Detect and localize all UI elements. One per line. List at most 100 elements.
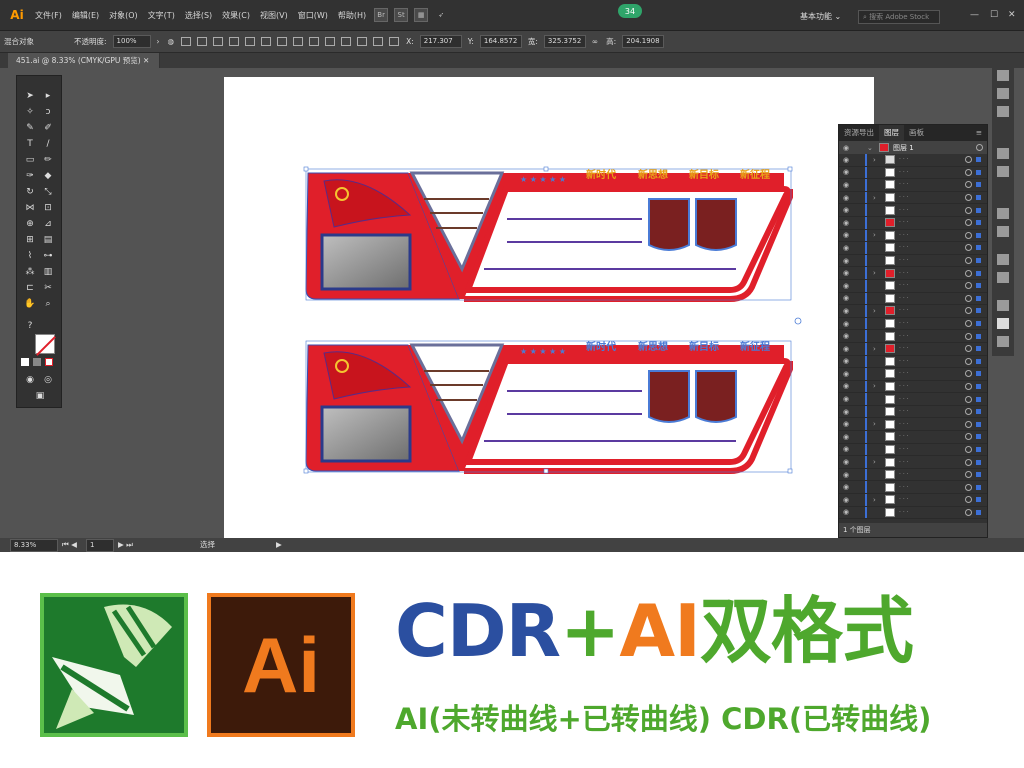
target-icon[interactable]	[976, 144, 983, 151]
chevron-right-icon[interactable]: ›	[153, 37, 164, 46]
target-icon[interactable]	[965, 156, 972, 164]
target-icon[interactable]	[965, 458, 972, 466]
fill-swatch-icon[interactable]: ?	[23, 320, 37, 332]
menu-file[interactable]: 文件(F)	[30, 10, 67, 21]
type-tool-icon[interactable]: T	[23, 138, 37, 150]
sublayer-row[interactable]: ◉ · · ·	[839, 166, 987, 180]
sublayer-row[interactable]: ◉ › · · ·	[839, 380, 987, 394]
draw-inside-icon[interactable]: ◎	[41, 374, 55, 386]
sublayer-row[interactable]: ◉ › · · ·	[839, 305, 987, 318]
visibility-eye-icon[interactable]: ◉	[839, 206, 853, 214]
sublayer-row[interactable]: ◉ › · · ·	[839, 267, 987, 280]
selection-indicator[interactable]	[976, 207, 981, 213]
free-transform-icon[interactable]: ⊡	[41, 202, 55, 214]
visibility-eye-icon[interactable]: ◉	[839, 269, 853, 277]
target-icon[interactable]	[965, 471, 972, 479]
selection-indicator[interactable]	[976, 308, 981, 314]
target-icon[interactable]	[965, 294, 972, 302]
brushes-icon[interactable]	[997, 148, 1009, 159]
width-input[interactable]: 325.3752	[543, 35, 586, 48]
chevron-right-icon[interactable]: ›	[873, 307, 881, 315]
visibility-eye-icon[interactable]: ◉	[839, 496, 853, 504]
target-icon[interactable]	[965, 332, 972, 340]
visibility-eye-icon[interactable]: ◉	[839, 433, 853, 441]
visibility-eye-icon[interactable]: ◉	[839, 168, 853, 176]
maximize-icon[interactable]: ☐	[990, 10, 998, 20]
selection-indicator[interactable]	[976, 245, 981, 251]
selection-indicator[interactable]	[976, 409, 981, 415]
magic-wand-icon[interactable]: ✧	[23, 106, 37, 118]
chevron-down-icon[interactable]: ⌄	[867, 144, 875, 152]
close-icon[interactable]: ✕	[1008, 10, 1016, 20]
selection-indicator[interactable]	[976, 509, 981, 515]
chevron-right-icon[interactable]: ›	[873, 345, 881, 353]
chevron-right-icon[interactable]: ›	[873, 420, 881, 428]
chevron-right-icon[interactable]: ›	[873, 269, 881, 277]
sublayer-row[interactable]: ◉ › · · ·	[839, 191, 987, 205]
visibility-eye-icon[interactable]: ◉	[839, 156, 853, 164]
sublayer-row[interactable]: ◉ › · · ·	[839, 342, 987, 356]
visibility-eye-icon[interactable]: ◉	[839, 420, 853, 428]
align-right-icon[interactable]	[229, 37, 240, 46]
visibility-eye-icon[interactable]: ◉	[839, 445, 853, 453]
visibility-eye-icon[interactable]: ◉	[839, 483, 853, 491]
selection-indicator[interactable]	[976, 169, 981, 175]
direct-selection-tool-icon[interactable]: ▸	[41, 90, 55, 102]
opacity-input[interactable]: 100%	[112, 35, 151, 48]
color-guide-icon[interactable]	[997, 88, 1009, 99]
visibility-eye-icon[interactable]: ◉	[839, 357, 853, 365]
selection-indicator[interactable]	[976, 434, 981, 440]
symbol-sprayer-icon[interactable]: ⁂	[23, 266, 37, 278]
gpu-performance-icon[interactable]: ➶	[434, 8, 448, 22]
sublayer-row[interactable]: ◉ · · ·	[839, 481, 987, 495]
visibility-eye-icon[interactable]: ◉	[839, 144, 853, 152]
workspace-switcher[interactable]: 基本功能 ⌄	[800, 11, 841, 22]
status-play-icon[interactable]: ▶	[276, 538, 282, 552]
appearance-icon[interactable]	[997, 254, 1009, 265]
visibility-eye-icon[interactable]: ◉	[839, 458, 853, 466]
menu-type[interactable]: 文字(T)	[143, 10, 180, 21]
selection-indicator[interactable]	[976, 321, 981, 327]
menu-effect[interactable]: 效果(C)	[217, 10, 255, 21]
visibility-eye-icon[interactable]: ◉	[839, 294, 853, 302]
target-icon[interactable]	[965, 370, 972, 378]
chevron-right-icon[interactable]: ›	[873, 194, 881, 202]
target-icon[interactable]	[965, 445, 972, 453]
draw-mode-icon[interactable]: ◉	[23, 374, 37, 386]
height-input[interactable]: 204.1908	[622, 35, 665, 48]
visibility-eye-icon[interactable]: ◉	[839, 194, 853, 202]
minimize-icon[interactable]: —	[970, 10, 979, 20]
mesh-tool-icon[interactable]: ⊞	[23, 234, 37, 246]
sublayer-row[interactable]: ◉ › · · ·	[839, 456, 987, 469]
target-icon[interactable]	[965, 206, 972, 214]
curvature-tool-icon[interactable]: ✐	[41, 122, 55, 134]
shape-builder-icon[interactable]: ⊕	[23, 218, 37, 230]
selection-indicator[interactable]	[976, 295, 981, 301]
sublayer-row[interactable]: ◉ · · ·	[839, 405, 987, 419]
target-icon[interactable]	[965, 382, 972, 390]
selection-indicator[interactable]	[976, 182, 981, 188]
selection-indicator[interactable]	[976, 484, 981, 490]
target-icon[interactable]	[965, 194, 972, 202]
properties-icon[interactable]	[997, 106, 1009, 117]
visibility-eye-icon[interactable]: ◉	[839, 244, 853, 252]
visibility-eye-icon[interactable]: ◉	[839, 307, 853, 315]
recolor-icon[interactable]: ◍	[164, 37, 179, 46]
visibility-eye-icon[interactable]: ◉	[839, 257, 853, 265]
sublayer-row[interactable]: ◉ · · ·	[839, 317, 987, 331]
layer-row-parent[interactable]: ◉ ⌄ 图层 1	[839, 141, 987, 154]
distribute-middle-icon[interactable]	[309, 37, 320, 46]
export-icon[interactable]	[997, 300, 1009, 311]
align-left-icon[interactable]	[197, 37, 208, 46]
selection-indicator[interactable]	[976, 497, 981, 503]
lasso-icon[interactable]: ↄ	[41, 106, 55, 118]
document-tab[interactable]: 451.ai @ 8.33% (CMYK/GPU 预览) ✕	[8, 53, 160, 68]
artboard-tool-icon[interactable]: ⊏	[23, 282, 37, 294]
width-tool-icon[interactable]: ⋈	[23, 202, 37, 214]
sublayer-row[interactable]: ◉ › · · ·	[839, 229, 987, 243]
chevron-right-icon[interactable]: ›	[873, 382, 881, 390]
y-input[interactable]: 164.8572	[479, 35, 522, 48]
zoom-input[interactable]: 8.33%	[10, 539, 58, 552]
menu-window[interactable]: 窗口(W)	[293, 10, 333, 21]
chevron-right-icon[interactable]: ›	[873, 458, 881, 466]
